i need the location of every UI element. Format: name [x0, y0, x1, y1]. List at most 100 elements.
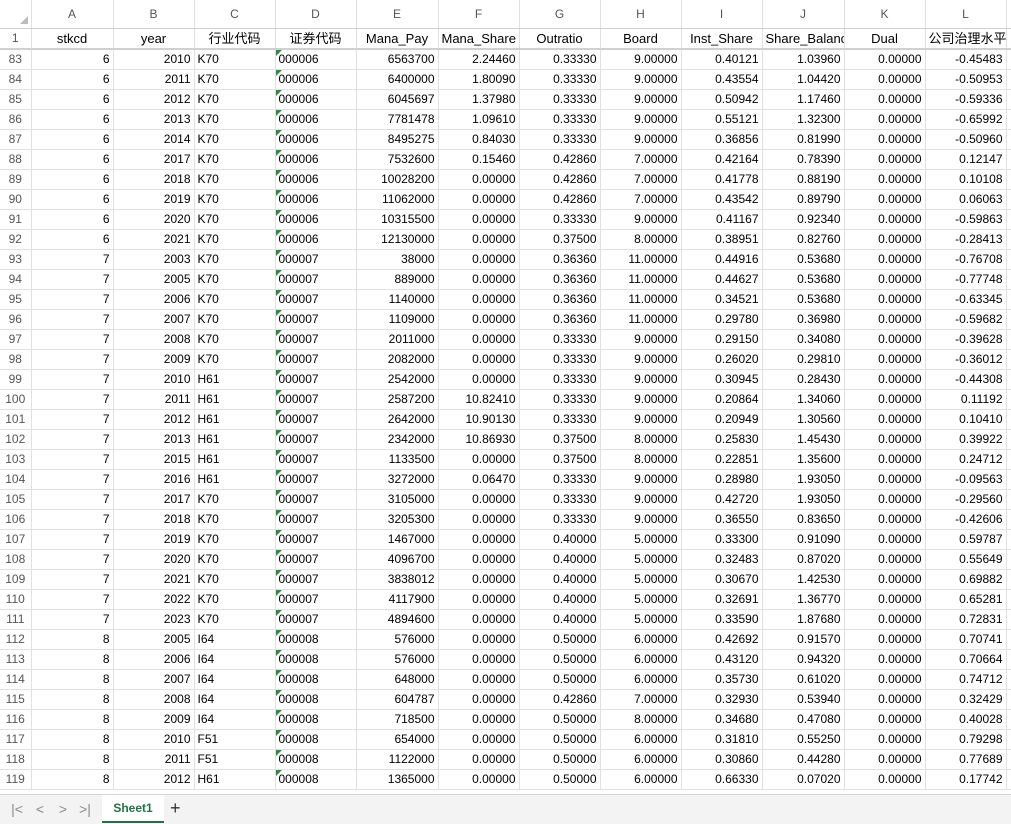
data-cell[interactable]: 1140000	[356, 289, 439, 310]
data-cell[interactable]: 11.00000	[600, 309, 682, 330]
data-cell[interactable]: 7.00000	[600, 169, 682, 190]
data-cell[interactable]: K70	[194, 589, 276, 610]
data-cell[interactable]: 0.00000	[844, 469, 926, 490]
data-cell[interactable]: 000006	[275, 109, 357, 130]
data-cell[interactable]: 6.00000	[600, 749, 682, 770]
data-cell[interactable]: 000006	[275, 49, 357, 70]
data-cell[interactable]: 2009	[113, 349, 195, 370]
data-cell[interactable]: 0.33330	[519, 349, 601, 370]
data-cell[interactable]: 8.00000	[600, 709, 682, 730]
row-number[interactable]: 90	[0, 189, 32, 210]
data-cell[interactable]: -0.36012	[925, 349, 1007, 370]
data-cell[interactable]: 0.00000	[438, 249, 520, 270]
data-cell[interactable]: 0.37500	[519, 229, 601, 250]
data-cell[interactable]: 1.36770	[762, 589, 845, 610]
data-cell[interactable]: K70	[194, 509, 276, 530]
data-cell[interactable]: 2009	[113, 709, 195, 730]
data-cell[interactable]: 0.50000	[519, 749, 601, 770]
data-cell[interactable]: 1.35600	[762, 449, 845, 470]
data-cell[interactable]: 000007	[275, 489, 357, 510]
data-cell[interactable]: 4894600	[356, 609, 439, 630]
data-cell[interactable]: 0.00000	[438, 329, 520, 350]
data-cell[interactable]: K70	[194, 49, 276, 70]
row-number[interactable]: 91	[0, 209, 32, 230]
data-cell[interactable]: 0.33330	[519, 469, 601, 490]
data-cell[interactable]: 000008	[275, 669, 357, 690]
data-cell[interactable]: 1.80090	[438, 69, 520, 90]
data-cell[interactable]: 0.42692	[681, 629, 763, 650]
empty-cell[interactable]	[1006, 109, 1011, 130]
data-cell[interactable]: 0.50000	[519, 709, 601, 730]
data-cell[interactable]: 0.91090	[762, 529, 845, 550]
data-cell[interactable]: 0.72831	[925, 609, 1007, 630]
data-cell[interactable]: 7	[31, 469, 114, 490]
header-cell[interactable]: stkcd	[31, 28, 114, 50]
data-cell[interactable]: 0.00000	[438, 669, 520, 690]
data-cell[interactable]: 2012	[113, 89, 195, 110]
empty-cell[interactable]	[1006, 129, 1011, 150]
row-number[interactable]: 88	[0, 149, 32, 170]
data-cell[interactable]: 0.07020	[762, 769, 845, 790]
data-cell[interactable]: 0.50942	[681, 89, 763, 110]
data-cell[interactable]: 1.03960	[762, 49, 845, 70]
data-cell[interactable]: 0.33330	[519, 129, 601, 150]
data-cell[interactable]: 0.10108	[925, 169, 1007, 190]
header-cell[interactable]: 公司治理水平	[925, 28, 1007, 50]
data-cell[interactable]: 6.00000	[600, 669, 682, 690]
data-cell[interactable]: 8.00000	[600, 429, 682, 450]
data-cell[interactable]: -0.29560	[925, 489, 1007, 510]
data-cell[interactable]: 3105000	[356, 489, 439, 510]
data-cell[interactable]: 5.00000	[600, 609, 682, 630]
data-cell[interactable]: K70	[194, 149, 276, 170]
data-cell[interactable]: 0.33330	[519, 69, 601, 90]
data-cell[interactable]: 6.00000	[600, 729, 682, 750]
empty-cell[interactable]	[1006, 709, 1011, 730]
data-cell[interactable]: 0.40121	[681, 49, 763, 70]
data-cell[interactable]: 0.00000	[844, 129, 926, 150]
data-cell[interactable]: -0.44308	[925, 369, 1007, 390]
data-cell[interactable]: 0.00000	[438, 709, 520, 730]
data-cell[interactable]: 000008	[275, 649, 357, 670]
data-cell[interactable]: 0.29810	[762, 349, 845, 370]
data-cell[interactable]: -0.45483	[925, 49, 1007, 70]
data-cell[interactable]: 10315500	[356, 209, 439, 230]
data-cell[interactable]: 11.00000	[600, 249, 682, 270]
empty-cell[interactable]	[1006, 309, 1011, 330]
data-cell[interactable]: 0.38951	[681, 229, 763, 250]
data-cell[interactable]: F51	[194, 729, 276, 750]
data-cell[interactable]: H61	[194, 389, 276, 410]
row-number[interactable]: 94	[0, 269, 32, 290]
data-cell[interactable]: 0.50000	[519, 649, 601, 670]
data-cell[interactable]: 38000	[356, 249, 439, 270]
data-cell[interactable]: -0.65992	[925, 109, 1007, 130]
data-cell[interactable]: 654000	[356, 729, 439, 750]
data-cell[interactable]: K70	[194, 129, 276, 150]
data-cell[interactable]: K70	[194, 109, 276, 130]
data-cell[interactable]: 0.00000	[438, 689, 520, 710]
data-cell[interactable]: 2021	[113, 229, 195, 250]
data-cell[interactable]: 0.00000	[844, 709, 926, 730]
data-cell[interactable]: 7	[31, 589, 114, 610]
data-cell[interactable]: 0.00000	[438, 609, 520, 630]
data-cell[interactable]: 2018	[113, 169, 195, 190]
data-cell[interactable]: 2006	[113, 289, 195, 310]
data-cell[interactable]: 1.37980	[438, 89, 520, 110]
empty-cell[interactable]	[1006, 189, 1011, 210]
data-cell[interactable]: 000007	[275, 249, 357, 270]
data-cell[interactable]: 1467000	[356, 529, 439, 550]
data-cell[interactable]: 6	[31, 49, 114, 70]
data-cell[interactable]: 000007	[275, 609, 357, 630]
data-cell[interactable]: 0.00000	[844, 189, 926, 210]
data-cell[interactable]: 0.00000	[438, 569, 520, 590]
data-cell[interactable]: 1.45430	[762, 429, 845, 450]
row-number[interactable]: 85	[0, 89, 32, 110]
data-cell[interactable]: 0.00000	[844, 509, 926, 530]
empty-cell[interactable]	[1006, 749, 1011, 770]
data-cell[interactable]: 9.00000	[600, 469, 682, 490]
data-cell[interactable]: 0.33330	[519, 49, 601, 70]
empty-cell[interactable]	[1006, 649, 1011, 670]
data-cell[interactable]: 1.93050	[762, 469, 845, 490]
column-header-d[interactable]: D	[275, 0, 357, 29]
empty-cell[interactable]	[1006, 329, 1011, 350]
data-cell[interactable]: 0.00000	[844, 109, 926, 130]
